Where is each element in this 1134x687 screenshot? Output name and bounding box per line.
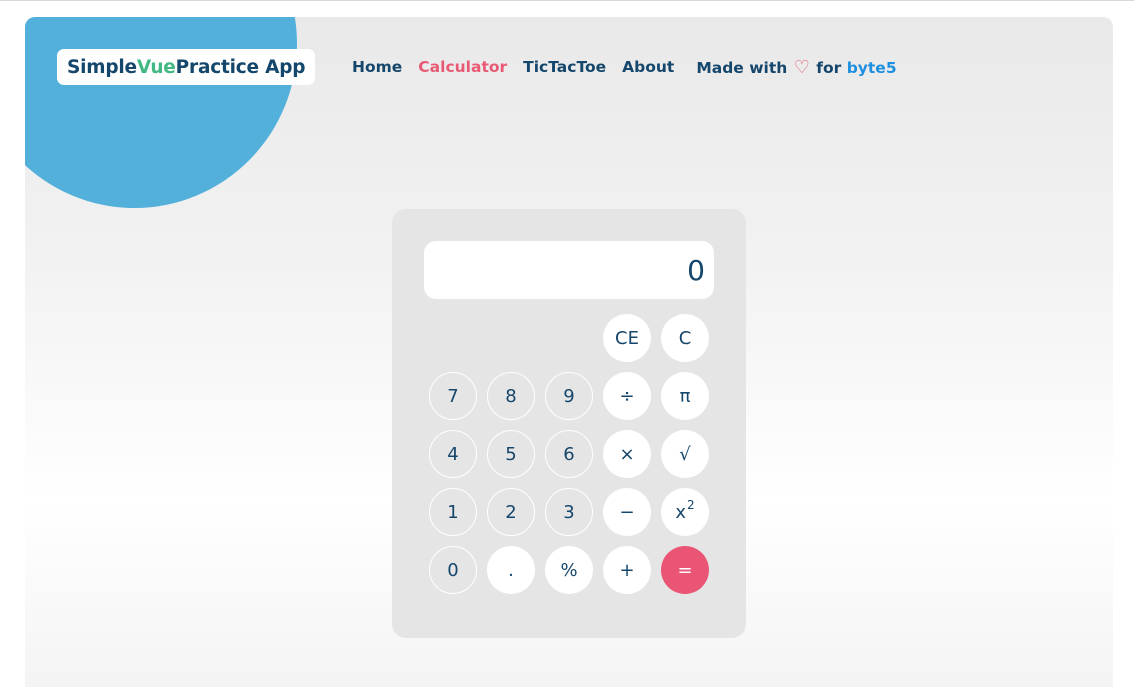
nav-calculator[interactable]: Calculator <box>418 58 507 76</box>
digit-9-button[interactable]: 9 <box>545 372 593 420</box>
square-base: x <box>675 501 686 523</box>
digit-5-button[interactable]: 5 <box>487 430 535 478</box>
byte5-link[interactable]: byte5 <box>847 59 897 77</box>
brand-logo[interactable]: Simple Vue Practice App <box>57 49 316 85</box>
brand-text-practice-app: Practice App <box>175 56 306 78</box>
digit-1-button[interactable]: 1 <box>429 488 477 536</box>
digit-0-button[interactable]: 0 <box>429 546 477 594</box>
plus-button[interactable]: + <box>603 546 651 594</box>
square-exponent: 2 <box>687 498 695 512</box>
divide-button[interactable]: ÷ <box>603 372 651 420</box>
equals-button[interactable]: = <box>661 546 709 594</box>
clear-button[interactable]: C <box>661 314 709 362</box>
digit-4-button[interactable]: 4 <box>429 430 477 478</box>
main-nav: Home Calculator TicTacToe About Made wit… <box>352 55 913 79</box>
decimal-button[interactable]: . <box>487 546 535 594</box>
nav-home[interactable]: Home <box>352 58 402 76</box>
square-button[interactable]: x2 <box>661 488 709 536</box>
decorative-circle <box>25 17 297 208</box>
pi-button[interactable]: π <box>661 372 709 420</box>
nav-about[interactable]: About <box>622 58 674 76</box>
digit-7-button[interactable]: 7 <box>429 372 477 420</box>
digit-8-button[interactable]: 8 <box>487 372 535 420</box>
credit: Made with ♡ for byte5 <box>696 57 912 78</box>
percent-button[interactable]: % <box>545 546 593 594</box>
digit-3-button[interactable]: 3 <box>545 488 593 536</box>
brand-text-vue: Vue <box>136 56 176 78</box>
credit-middle: for <box>816 58 842 77</box>
clear-entry-button[interactable]: CE <box>603 314 651 362</box>
heart-icon: ♡ <box>793 56 810 78</box>
minus-button[interactable]: − <box>603 488 651 536</box>
nav-tictactoe[interactable]: TicTacToe <box>523 58 606 76</box>
brand-text-simple: Simple <box>67 56 137 78</box>
calculator-display: 0 <box>424 241 714 299</box>
digit-6-button[interactable]: 6 <box>545 430 593 478</box>
app-container: Simple Vue Practice App Home Calculator … <box>25 17 1113 687</box>
calculator: 0 CE C 7 8 9 ÷ π 4 5 6 × √ 1 2 3 − x2 0 … <box>392 209 746 638</box>
display-value: 0 <box>687 253 705 287</box>
digit-2-button[interactable]: 2 <box>487 488 535 536</box>
sqrt-button[interactable]: √ <box>661 430 709 478</box>
credit-prefix: Made with <box>696 58 788 77</box>
multiply-button[interactable]: × <box>603 430 651 478</box>
top-border <box>0 0 1134 1</box>
